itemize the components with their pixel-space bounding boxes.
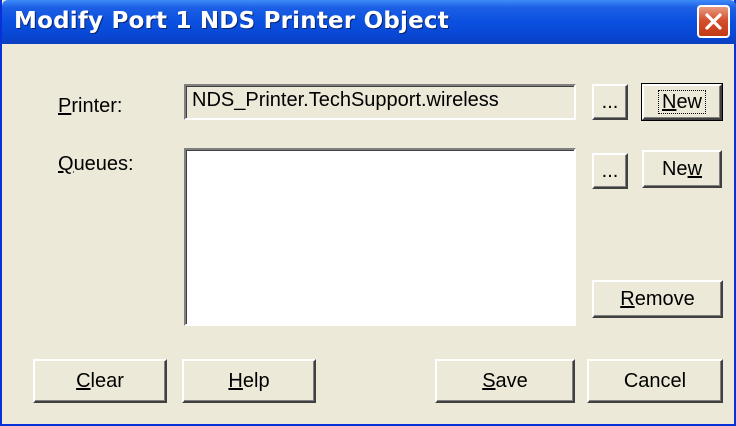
remove-mnemonic: R: [620, 287, 635, 310]
remove-label: Remove: [620, 288, 694, 311]
clear-rest: lear: [90, 369, 124, 392]
printer-field[interactable]: NDS_Printer.TechSupport.wireless: [184, 84, 576, 120]
queues-list[interactable]: [184, 148, 576, 326]
remove-rest: emove: [634, 287, 695, 310]
help-rest: elp: [242, 369, 270, 392]
printer-browse-label: ...: [601, 90, 619, 113]
queues-new-mnemonic: w: [687, 157, 703, 180]
queues-browse-label: ...: [601, 159, 619, 182]
queues-new-button[interactable]: New: [642, 150, 722, 188]
save-rest: ave: [495, 369, 528, 392]
close-button[interactable]: [697, 5, 730, 38]
save-button[interactable]: Save: [435, 359, 575, 403]
queues-label: Queues:: [58, 153, 134, 176]
dialog-window: Modify Port 1 NDS Printer Object Printer…: [0, 0, 736, 426]
cancel-label: Cancel: [623, 369, 687, 392]
printer-value: NDS_Printer.TechSupport.wireless: [192, 89, 499, 111]
help-mnemonic: H: [228, 369, 243, 392]
printer-new-focus: New: [657, 90, 707, 114]
queues-label-rest: ueues:: [73, 153, 134, 175]
queues-new-label: New: [662, 158, 702, 181]
printer-browse-button[interactable]: ...: [592, 84, 628, 120]
printer-label-rest: rinter:: [71, 95, 123, 117]
help-button[interactable]: Help: [182, 359, 316, 403]
clear-button[interactable]: Clear: [33, 359, 167, 403]
window-title: Modify Port 1 NDS Printer Object: [14, 8, 449, 34]
cancel-button[interactable]: Cancel: [587, 359, 723, 403]
queues-browse-button[interactable]: ...: [592, 153, 628, 189]
remove-queue-button[interactable]: Remove: [592, 280, 723, 318]
save-mnemonic: S: [482, 369, 496, 392]
save-label: Save: [482, 370, 528, 393]
printer-new-button[interactable]: New: [641, 83, 723, 121]
queues-new-pre: Ne: [661, 157, 688, 180]
clear-label: Clear: [76, 370, 124, 393]
clear-mnemonic: C: [76, 369, 91, 392]
printer-label-mnemonic: P: [58, 95, 72, 117]
title-bar[interactable]: Modify Port 1 NDS Printer Object: [2, 0, 736, 44]
help-label: Help: [228, 370, 269, 393]
printer-label: Printer:: [58, 95, 122, 118]
queues-label-mnemonic: Q: [58, 153, 74, 175]
printer-new-rest: ew: [676, 91, 703, 113]
printer-new-mnemonic: N: [661, 91, 677, 113]
